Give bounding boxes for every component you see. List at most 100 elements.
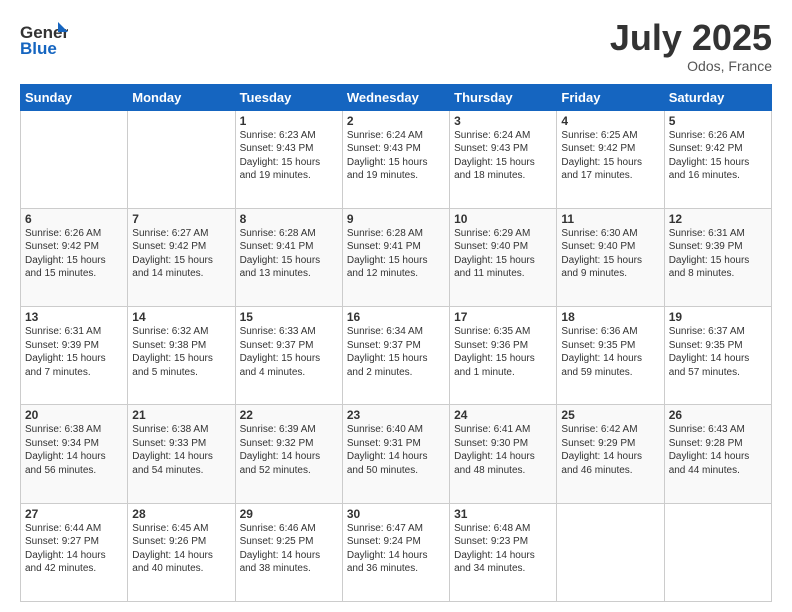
day-number: 7 [132, 212, 230, 226]
title-area: July 2025 Odos, France [610, 18, 772, 74]
day-info: Sunrise: 6:39 AMSunset: 9:32 PMDaylight:… [240, 423, 338, 477]
calendar-day-cell: 25 Sunrise: 6:42 AMSunset: 9:29 PMDaylig… [557, 405, 664, 503]
day-number: 6 [25, 212, 123, 226]
calendar-day-cell [21, 110, 128, 208]
col-friday: Friday [557, 84, 664, 110]
day-number: 23 [347, 408, 445, 422]
day-info: Sunrise: 6:37 AMSunset: 9:35 PMDaylight:… [669, 325, 767, 379]
day-info: Sunrise: 6:47 AMSunset: 9:24 PMDaylight:… [347, 522, 445, 576]
day-info: Sunrise: 6:29 AMSunset: 9:40 PMDaylight:… [454, 227, 552, 281]
col-thursday: Thursday [450, 84, 557, 110]
day-number: 14 [132, 310, 230, 324]
calendar-day-cell: 9 Sunrise: 6:28 AMSunset: 9:41 PMDayligh… [342, 208, 449, 306]
day-info: Sunrise: 6:26 AMSunset: 9:42 PMDaylight:… [669, 129, 767, 183]
location: Odos, France [610, 58, 772, 74]
day-number: 5 [669, 114, 767, 128]
day-info: Sunrise: 6:44 AMSunset: 9:27 PMDaylight:… [25, 522, 123, 576]
day-info: Sunrise: 6:41 AMSunset: 9:30 PMDaylight:… [454, 423, 552, 477]
day-number: 8 [240, 212, 338, 226]
day-info: Sunrise: 6:30 AMSunset: 9:40 PMDaylight:… [561, 227, 659, 281]
calendar-week-row: 13 Sunrise: 6:31 AMSunset: 9:39 PMDaylig… [21, 307, 772, 405]
calendar-day-cell: 24 Sunrise: 6:41 AMSunset: 9:30 PMDaylig… [450, 405, 557, 503]
calendar-day-cell [128, 110, 235, 208]
day-info: Sunrise: 6:48 AMSunset: 9:23 PMDaylight:… [454, 522, 552, 576]
calendar-week-row: 20 Sunrise: 6:38 AMSunset: 9:34 PMDaylig… [21, 405, 772, 503]
calendar-day-cell: 17 Sunrise: 6:35 AMSunset: 9:36 PMDaylig… [450, 307, 557, 405]
col-tuesday: Tuesday [235, 84, 342, 110]
day-info: Sunrise: 6:23 AMSunset: 9:43 PMDaylight:… [240, 129, 338, 183]
day-number: 20 [25, 408, 123, 422]
day-info: Sunrise: 6:35 AMSunset: 9:36 PMDaylight:… [454, 325, 552, 379]
calendar-day-cell: 27 Sunrise: 6:44 AMSunset: 9:27 PMDaylig… [21, 503, 128, 601]
day-info: Sunrise: 6:31 AMSunset: 9:39 PMDaylight:… [25, 325, 123, 379]
day-info: Sunrise: 6:28 AMSunset: 9:41 PMDaylight:… [347, 227, 445, 281]
calendar-day-cell: 12 Sunrise: 6:31 AMSunset: 9:39 PMDaylig… [664, 208, 771, 306]
calendar-day-cell: 5 Sunrise: 6:26 AMSunset: 9:42 PMDayligh… [664, 110, 771, 208]
day-number: 15 [240, 310, 338, 324]
day-info: Sunrise: 6:33 AMSunset: 9:37 PMDaylight:… [240, 325, 338, 379]
day-number: 17 [454, 310, 552, 324]
calendar-day-cell: 10 Sunrise: 6:29 AMSunset: 9:40 PMDaylig… [450, 208, 557, 306]
day-number: 12 [669, 212, 767, 226]
calendar-day-cell: 20 Sunrise: 6:38 AMSunset: 9:34 PMDaylig… [21, 405, 128, 503]
col-monday: Monday [128, 84, 235, 110]
calendar-day-cell: 21 Sunrise: 6:38 AMSunset: 9:33 PMDaylig… [128, 405, 235, 503]
calendar-week-row: 6 Sunrise: 6:26 AMSunset: 9:42 PMDayligh… [21, 208, 772, 306]
calendar-day-cell [557, 503, 664, 601]
calendar-table: Sunday Monday Tuesday Wednesday Thursday… [20, 84, 772, 602]
day-info: Sunrise: 6:36 AMSunset: 9:35 PMDaylight:… [561, 325, 659, 379]
day-info: Sunrise: 6:40 AMSunset: 9:31 PMDaylight:… [347, 423, 445, 477]
day-number: 28 [132, 507, 230, 521]
day-info: Sunrise: 6:46 AMSunset: 9:25 PMDaylight:… [240, 522, 338, 576]
day-number: 29 [240, 507, 338, 521]
svg-text:Blue: Blue [20, 39, 57, 58]
calendar-day-cell: 13 Sunrise: 6:31 AMSunset: 9:39 PMDaylig… [21, 307, 128, 405]
month-title: July 2025 [610, 18, 772, 58]
day-info: Sunrise: 6:38 AMSunset: 9:34 PMDaylight:… [25, 423, 123, 477]
day-number: 16 [347, 310, 445, 324]
calendar-day-cell: 15 Sunrise: 6:33 AMSunset: 9:37 PMDaylig… [235, 307, 342, 405]
calendar-header-row: Sunday Monday Tuesday Wednesday Thursday… [21, 84, 772, 110]
day-number: 1 [240, 114, 338, 128]
day-number: 3 [454, 114, 552, 128]
day-info: Sunrise: 6:38 AMSunset: 9:33 PMDaylight:… [132, 423, 230, 477]
day-number: 9 [347, 212, 445, 226]
col-sunday: Sunday [21, 84, 128, 110]
calendar-day-cell: 18 Sunrise: 6:36 AMSunset: 9:35 PMDaylig… [557, 307, 664, 405]
calendar-day-cell: 7 Sunrise: 6:27 AMSunset: 9:42 PMDayligh… [128, 208, 235, 306]
day-number: 25 [561, 408, 659, 422]
day-info: Sunrise: 6:32 AMSunset: 9:38 PMDaylight:… [132, 325, 230, 379]
day-info: Sunrise: 6:31 AMSunset: 9:39 PMDaylight:… [669, 227, 767, 281]
page: General Blue July 2025 Odos, France Sund… [0, 0, 792, 612]
day-info: Sunrise: 6:24 AMSunset: 9:43 PMDaylight:… [347, 129, 445, 183]
day-number: 30 [347, 507, 445, 521]
logo: General Blue [20, 18, 72, 60]
calendar-day-cell: 2 Sunrise: 6:24 AMSunset: 9:43 PMDayligh… [342, 110, 449, 208]
day-number: 26 [669, 408, 767, 422]
day-info: Sunrise: 6:26 AMSunset: 9:42 PMDaylight:… [25, 227, 123, 281]
calendar-day-cell: 19 Sunrise: 6:37 AMSunset: 9:35 PMDaylig… [664, 307, 771, 405]
calendar-day-cell: 22 Sunrise: 6:39 AMSunset: 9:32 PMDaylig… [235, 405, 342, 503]
calendar-week-row: 1 Sunrise: 6:23 AMSunset: 9:43 PMDayligh… [21, 110, 772, 208]
day-number: 24 [454, 408, 552, 422]
header: General Blue July 2025 Odos, France [20, 18, 772, 74]
day-info: Sunrise: 6:34 AMSunset: 9:37 PMDaylight:… [347, 325, 445, 379]
day-number: 4 [561, 114, 659, 128]
calendar-day-cell: 29 Sunrise: 6:46 AMSunset: 9:25 PMDaylig… [235, 503, 342, 601]
day-number: 10 [454, 212, 552, 226]
col-wednesday: Wednesday [342, 84, 449, 110]
calendar-day-cell: 31 Sunrise: 6:48 AMSunset: 9:23 PMDaylig… [450, 503, 557, 601]
calendar-day-cell: 6 Sunrise: 6:26 AMSunset: 9:42 PMDayligh… [21, 208, 128, 306]
day-number: 31 [454, 507, 552, 521]
calendar-day-cell [664, 503, 771, 601]
calendar-week-row: 27 Sunrise: 6:44 AMSunset: 9:27 PMDaylig… [21, 503, 772, 601]
day-info: Sunrise: 6:25 AMSunset: 9:42 PMDaylight:… [561, 129, 659, 183]
calendar-day-cell: 28 Sunrise: 6:45 AMSunset: 9:26 PMDaylig… [128, 503, 235, 601]
calendar-day-cell: 4 Sunrise: 6:25 AMSunset: 9:42 PMDayligh… [557, 110, 664, 208]
day-number: 22 [240, 408, 338, 422]
day-number: 11 [561, 212, 659, 226]
calendar-day-cell: 8 Sunrise: 6:28 AMSunset: 9:41 PMDayligh… [235, 208, 342, 306]
day-info: Sunrise: 6:43 AMSunset: 9:28 PMDaylight:… [669, 423, 767, 477]
calendar-day-cell: 16 Sunrise: 6:34 AMSunset: 9:37 PMDaylig… [342, 307, 449, 405]
day-info: Sunrise: 6:45 AMSunset: 9:26 PMDaylight:… [132, 522, 230, 576]
